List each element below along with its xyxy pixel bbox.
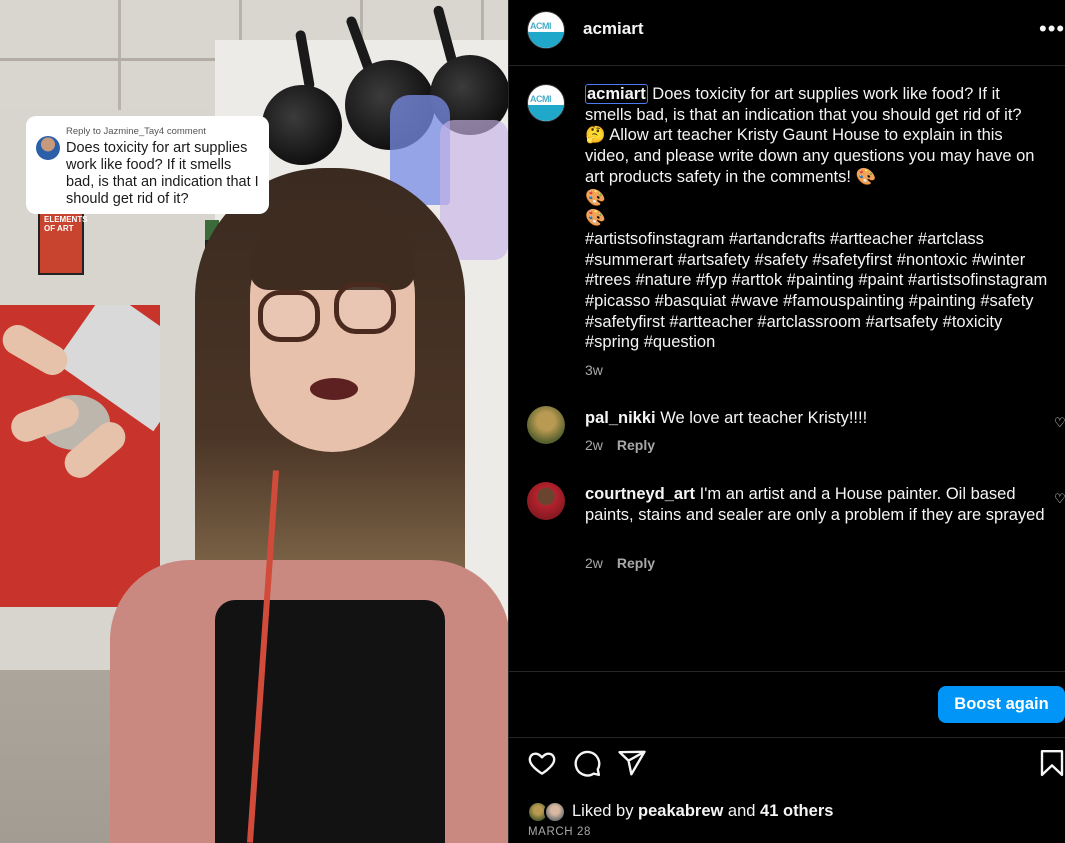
palette-emoji: 🎨 [585, 208, 606, 228]
commenter-username[interactable]: pal_nikki [585, 409, 656, 427]
comment-like-icon[interactable]: ♡ [1054, 415, 1065, 431]
commenter-avatar[interactable] [527, 482, 565, 520]
inset-clip [0, 305, 160, 607]
heart-icon[interactable] [527, 748, 557, 778]
commenter-username[interactable]: courtneyd_art [585, 485, 695, 503]
comment-age[interactable]: 2w [585, 437, 603, 453]
post-video[interactable]: ELEMENTS OF ART Reply to Jazmine_Tay4 co… [0, 0, 508, 843]
action-bar [509, 748, 1065, 788]
comment-body: courtneyd_art I'm an artist and a House … [585, 484, 1045, 525]
post-header: ACMI acmiart ••• [509, 0, 1065, 66]
caption-hashtags[interactable]: #artistsofinstagram #artandcrafts #artte… [585, 230, 1047, 352]
reply-to-label: Reply to Jazmine_Tay4 comment [66, 126, 206, 137]
reply-button[interactable]: Reply [617, 555, 655, 571]
post-date[interactable]: MARCH 28 [528, 826, 591, 838]
comment-meta: 2w Reply [585, 555, 655, 571]
person-mouth [310, 378, 358, 400]
liked-by-username[interactable]: peakabrew [638, 802, 723, 820]
thinking-face-emoji: 🤔 [585, 125, 606, 145]
caption-username[interactable]: acmiart [585, 84, 648, 104]
frying-pan [262, 85, 342, 165]
comment-icon[interactable] [572, 748, 602, 778]
caption-text: Does toxicity for art supplies work like… [585, 85, 1022, 124]
art-poster: ELEMENTS OF ART [38, 205, 88, 275]
commenter-avatar[interactable] [527, 406, 565, 444]
comment-body: pal_nikki We love art teacher Kristy!!!! [585, 408, 1045, 429]
caption-author-avatar[interactable]: ACMI [527, 84, 565, 122]
author-avatar[interactable]: ACMI [527, 11, 565, 49]
likes-summary: Liked by peakabrew and 41 others [527, 800, 1027, 824]
reply-avatar [36, 136, 60, 160]
palette-emoji: 🎨 [855, 166, 877, 186]
comment-meta: 2w Reply [585, 437, 655, 453]
liker-avatar[interactable] [544, 801, 566, 823]
bookmark-icon[interactable] [1037, 748, 1065, 778]
divider [509, 671, 1065, 672]
reply-button[interactable]: Reply [617, 437, 655, 453]
reply-question: Does toxicity for art supplies work like… [66, 140, 259, 207]
boost-again-button[interactable]: Boost again [938, 686, 1065, 723]
liked-by-text[interactable]: Liked by peakabrew and 41 others [572, 802, 833, 821]
caption-line-2: Allow art teacher Kristy Gaunt House to … [585, 126, 1035, 186]
more-options-icon[interactable]: ••• [1039, 16, 1065, 42]
hand [0, 319, 73, 381]
reply-sticker: Reply to Jazmine_Tay4 comment Does toxic… [26, 116, 269, 214]
glasses-lens-left [258, 290, 320, 342]
comment-age[interactable]: 2w [585, 555, 603, 571]
share-icon[interactable] [617, 748, 647, 778]
liked-by-others[interactable]: 41 others [760, 802, 833, 820]
post-panel: ACMI acmiart ••• ACMI acmiart Does toxic… [508, 0, 1065, 843]
comment-text: We love art teacher Kristy!!!! [660, 409, 868, 427]
author-username[interactable]: acmiart [583, 19, 643, 39]
caption-age[interactable]: 3w [585, 362, 603, 378]
post-caption: acmiart Does toxicity for art supplies w… [585, 84, 1050, 353]
divider [509, 737, 1065, 738]
glasses-lens-right [334, 282, 396, 334]
palette-emoji: 🎨 [585, 187, 606, 207]
comment-like-icon[interactable]: ♡ [1054, 491, 1065, 507]
